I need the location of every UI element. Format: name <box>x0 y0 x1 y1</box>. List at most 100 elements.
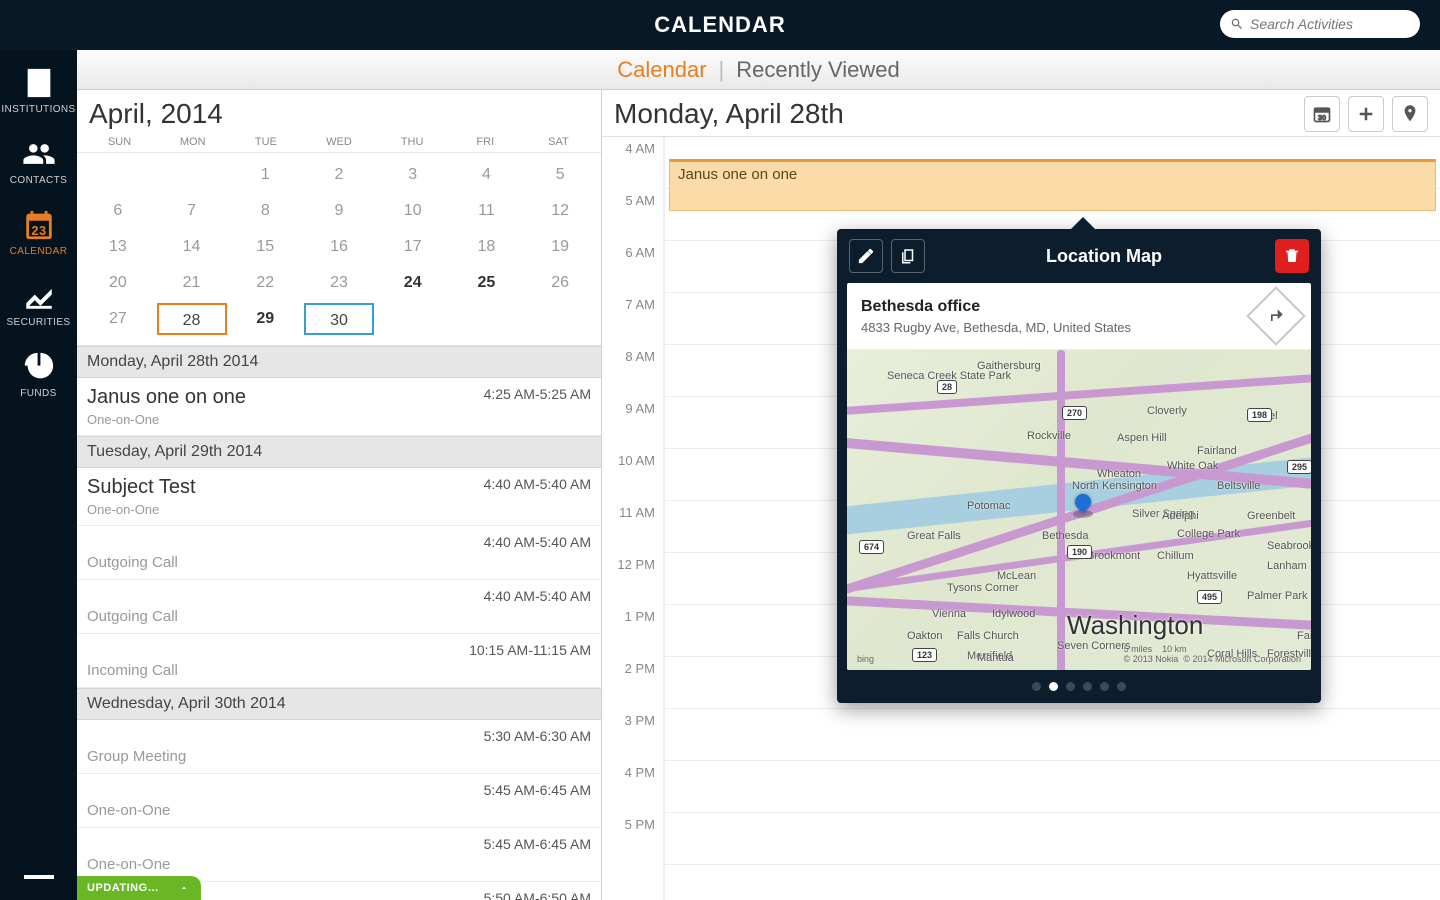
date-cell[interactable]: 24 <box>378 267 448 299</box>
tab-calendar[interactable]: Calendar <box>611 57 712 83</box>
agenda-item[interactable]: Janus one on oneOne-on-One4:25 AM-5:25 A… <box>77 378 601 436</box>
updating-pill[interactable]: UPDATING… <box>77 876 201 900</box>
page-dot[interactable] <box>1066 682 1075 691</box>
date-cell[interactable]: 25 <box>451 267 521 299</box>
page-dot[interactable] <box>1117 682 1126 691</box>
left-column: April, 2014 SUNMONTUEWEDTHUFRISAT 123456… <box>77 90 602 900</box>
search-box[interactable] <box>1220 10 1420 38</box>
sidebar-item-institutions[interactable]: INSTITUTIONS <box>0 56 77 127</box>
day-timeline[interactable]: 4 AM5 AM6 AM7 AM8 AM9 AM10 AM11 AM12 PM1… <box>602 137 1440 900</box>
date-cell[interactable]: 3 <box>378 159 448 191</box>
sidebar-item-funds[interactable]: FUNDS <box>0 340 77 411</box>
event-block[interactable]: Janus one on one <box>669 159 1436 211</box>
content-split: April, 2014 SUNMONTUEWEDTHUFRISAT 123456… <box>77 90 1440 900</box>
sidebar-item-calendar[interactable]: 23 CALENDAR <box>0 198 77 269</box>
date-cell[interactable]: 20 <box>83 267 153 299</box>
agenda-item[interactable]: Outgoing Call4:40 AM-5:40 AM <box>77 526 601 580</box>
date-cell[interactable]: 5 <box>525 159 595 191</box>
page-dot[interactable] <box>1049 682 1058 691</box>
highway-badge: 190 <box>1067 545 1092 559</box>
date-cell[interactable]: 29 <box>230 303 300 335</box>
location-button[interactable] <box>1392 96 1428 132</box>
date-cell[interactable]: 23 <box>304 267 374 299</box>
directions-button[interactable] <box>1246 286 1305 345</box>
hour-slot[interactable] <box>665 813 1440 865</box>
address-row: Bethesda office 4833 Rugby Ave, Bethesda… <box>847 283 1311 350</box>
agenda-list[interactable]: Monday, April 28th 2014Janus one on oneO… <box>77 345 601 900</box>
date-cell[interactable]: 14 <box>157 231 227 263</box>
hour-slot[interactable] <box>665 761 1440 813</box>
date-cell[interactable]: 13 <box>83 231 153 263</box>
hour-slot[interactable] <box>665 709 1440 761</box>
date-cell[interactable]: 17 <box>378 231 448 263</box>
map-place-label: Fairland <box>1197 445 1237 457</box>
agenda-item[interactable]: Group Meeting5:30 AM-6:30 AM <box>77 720 601 774</box>
page-dot[interactable] <box>1083 682 1092 691</box>
agenda-day-header: Wednesday, April 30th 2014 <box>77 688 601 720</box>
date-cell[interactable] <box>157 159 227 191</box>
highway-badge: 198 <box>1247 408 1272 422</box>
date-cell[interactable]: 8 <box>230 195 300 227</box>
map-place-label: College Park <box>1177 528 1240 540</box>
map-place-label: Idylwood <box>992 608 1035 620</box>
date-cell[interactable]: 27 <box>83 303 153 335</box>
date-cell[interactable] <box>378 303 448 335</box>
map-place-label: Chillum <box>1157 550 1194 562</box>
agenda-item-time: 5:50 AM-6:50 AM <box>484 890 591 900</box>
date-cell[interactable] <box>525 303 595 335</box>
hour-label: 5 AM <box>602 193 663 245</box>
sidebar-item-contacts[interactable]: CONTACTS <box>0 127 77 198</box>
time-labels: 4 AM5 AM6 AM7 AM8 AM9 AM10 AM11 AM12 PM1… <box>602 137 664 900</box>
hour-label: 2 PM <box>602 661 663 713</box>
sidebar-label: CONTACTS <box>10 175 67 186</box>
date-cell[interactable]: 11 <box>451 195 521 227</box>
date-cell[interactable]: 19 <box>525 231 595 263</box>
date-cell[interactable]: 28 <box>157 303 227 335</box>
right-column: Monday, April 28th 30 4 AM5 <box>602 90 1440 900</box>
agenda-item[interactable]: Subject TestOne-on-One4:40 AM-5:40 AM <box>77 468 601 526</box>
tab-recently-viewed[interactable]: Recently Viewed <box>730 57 905 83</box>
trash-icon <box>1283 247 1301 265</box>
date-cell[interactable]: 26 <box>525 267 595 299</box>
date-cell[interactable]: 4 <box>451 159 521 191</box>
delete-button[interactable] <box>1275 239 1309 273</box>
popover-pagination <box>837 670 1321 703</box>
sidebar-item-securities[interactable]: SECURITIES <box>0 269 77 340</box>
date-cell[interactable]: 22 <box>230 267 300 299</box>
agenda-item[interactable]: One-on-One5:45 AM-6:45 AM <box>77 828 601 882</box>
date-cell[interactable]: 7 <box>157 195 227 227</box>
add-event-button[interactable] <box>1348 96 1384 132</box>
app-shell: INSTITUTIONS CONTACTS 23 CALENDAR SECURI… <box>0 0 1440 900</box>
contacts-icon <box>22 137 56 171</box>
agenda-item[interactable]: One-on-One 5:45 AM-6:45 AM <box>77 774 601 828</box>
date-cell[interactable]: 16 <box>304 231 374 263</box>
date-cell[interactable]: 2 <box>304 159 374 191</box>
page-dot[interactable] <box>1100 682 1109 691</box>
agenda-item[interactable]: Incoming Call10:15 AM-11:15 AM <box>77 634 601 688</box>
date-cell[interactable]: 15 <box>230 231 300 263</box>
date-cell[interactable]: 1 <box>230 159 300 191</box>
date-cell[interactable]: 9 <box>304 195 374 227</box>
highway-badge: 295 <box>1287 460 1311 474</box>
date-cell[interactable]: 6 <box>83 195 153 227</box>
time-grid[interactable]: Janus one on one Location Map <box>664 137 1440 900</box>
hamburger-menu[interactable] <box>0 872 77 882</box>
search-input[interactable] <box>1250 16 1410 32</box>
agenda-item[interactable]: Outgoing Call4:40 AM-5:40 AM <box>77 580 601 634</box>
agenda-item-subtitle: One-on-One <box>87 802 170 819</box>
map-view[interactable]: Washington bing 5 miles 10 km© 2013 Noki… <box>847 350 1311 670</box>
copy-button[interactable] <box>891 239 925 273</box>
today-button[interactable]: 30 <box>1304 96 1340 132</box>
page-dot[interactable] <box>1032 682 1041 691</box>
agenda-item-subtitle: Outgoing Call <box>87 608 178 625</box>
date-cell[interactable]: 21 <box>157 267 227 299</box>
edit-button[interactable] <box>849 239 883 273</box>
day-title: Monday, April 28th <box>614 98 844 130</box>
date-cell[interactable] <box>451 303 521 335</box>
agenda-item-time: 5:45 AM-6:45 AM <box>484 782 591 819</box>
date-cell[interactable]: 18 <box>451 231 521 263</box>
date-cell[interactable]: 30 <box>304 303 374 335</box>
date-cell[interactable]: 10 <box>378 195 448 227</box>
date-cell[interactable]: 12 <box>525 195 595 227</box>
date-cell[interactable] <box>83 159 153 191</box>
